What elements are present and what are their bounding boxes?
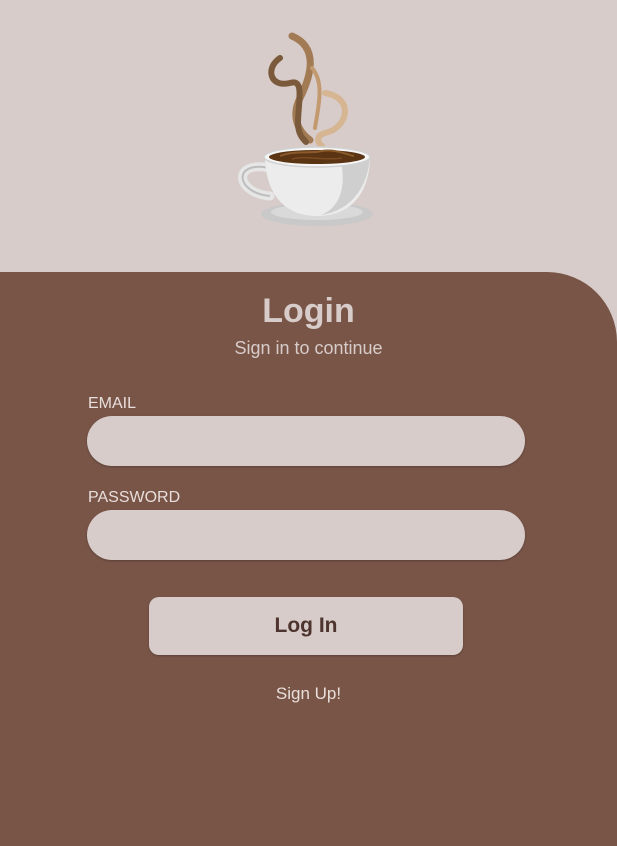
email-field[interactable] <box>87 416 525 466</box>
login-button[interactable]: Log In <box>149 597 463 655</box>
password-label: PASSWORD <box>88 489 181 506</box>
email-label: EMAIL <box>88 395 137 412</box>
signup-link[interactable]: Sign Up! <box>0 684 617 704</box>
coffee-cup-icon <box>238 32 373 226</box>
login-screen: Login Sign in to continue EMAIL PASSWORD… <box>0 0 617 846</box>
page-subtitle: Sign in to continue <box>234 338 383 358</box>
password-field[interactable] <box>87 510 525 560</box>
page-title: Login <box>262 292 355 330</box>
